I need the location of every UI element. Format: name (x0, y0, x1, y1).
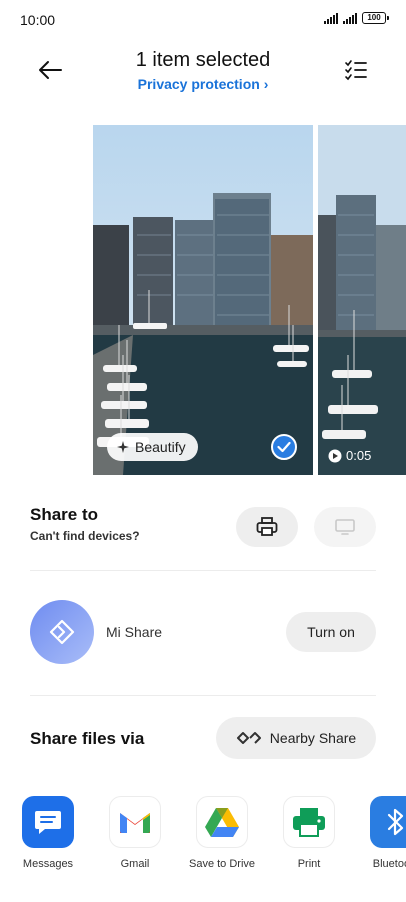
selected-photo[interactable]: Beautify (93, 125, 313, 475)
share-to-section: Share to Can't find devices? (30, 505, 376, 555)
signal-icon-2 (343, 12, 357, 24)
beautify-button[interactable]: Beautify (107, 433, 198, 461)
app-label: Save to Drive (188, 858, 256, 870)
sparkle-icon (117, 441, 129, 453)
app-bluetooth[interactable]: Bluetooth (361, 796, 406, 870)
nearby-share-icon (236, 732, 261, 744)
app-label: Messages (22, 858, 74, 870)
app-label: Print (297, 858, 321, 870)
divider (30, 695, 376, 696)
select-all-button[interactable] (340, 54, 372, 86)
app-label: Bluetooth (372, 858, 406, 870)
status-bar: 10:00 100 (0, 0, 406, 40)
mi-share-label: Mi Share (106, 624, 163, 640)
checkmark-icon (277, 441, 291, 453)
mi-share-logo-icon (49, 619, 75, 645)
mi-share-icon (30, 600, 94, 664)
share-files-via-title: Share files via (30, 729, 145, 748)
status-icons: 100 (324, 12, 389, 24)
signal-icon (324, 12, 338, 24)
app-label: Gmail (120, 858, 150, 870)
gmail-icon (109, 796, 161, 848)
media-carousel[interactable]: Beautify 0:05 (0, 125, 406, 475)
app-gmail[interactable]: Gmail (100, 796, 170, 870)
status-time: 10:00 (20, 12, 56, 28)
battery-icon: 100 (362, 12, 389, 24)
privacy-protection-label: Privacy protection (137, 76, 260, 92)
print-device-button[interactable] (236, 507, 298, 547)
messages-icon (22, 796, 74, 848)
video-duration: 0:05 (328, 448, 371, 463)
share-apps-row: Messages Gmail Save to Drive Print Bluet… (0, 796, 406, 886)
video-image (318, 125, 406, 475)
selected-check-badge[interactable] (271, 434, 297, 460)
play-icon (328, 449, 342, 462)
header: 1 item selected Privacy protection › (0, 44, 406, 104)
monitor-icon (335, 519, 355, 535)
chevron-right-icon: › (263, 76, 269, 92)
app-save-to-drive[interactable]: Save to Drive (187, 796, 257, 870)
photo-image (93, 125, 313, 475)
printer-icon (256, 517, 278, 536)
app-messages[interactable]: Messages (13, 796, 83, 870)
divider (30, 570, 376, 571)
mi-share-row: Mi Share Turn on (30, 600, 376, 664)
turn-on-button[interactable]: Turn on (286, 612, 376, 652)
nearby-share-label: Nearby Share (269, 730, 357, 746)
app-print[interactable]: Print (274, 796, 344, 870)
video-thumbnail[interactable]: 0:05 (318, 125, 406, 475)
share-files-via-row: Share files via Nearby Share (30, 717, 376, 759)
bluetooth-icon (370, 796, 406, 848)
cast-device-button[interactable] (314, 507, 376, 547)
video-duration-label: 0:05 (346, 448, 372, 463)
beautify-label: Beautify (135, 439, 186, 455)
nearby-share-button[interactable]: Nearby Share (216, 717, 376, 759)
google-drive-icon (196, 796, 248, 848)
checklist-icon (345, 60, 367, 81)
printer-icon (283, 796, 335, 848)
